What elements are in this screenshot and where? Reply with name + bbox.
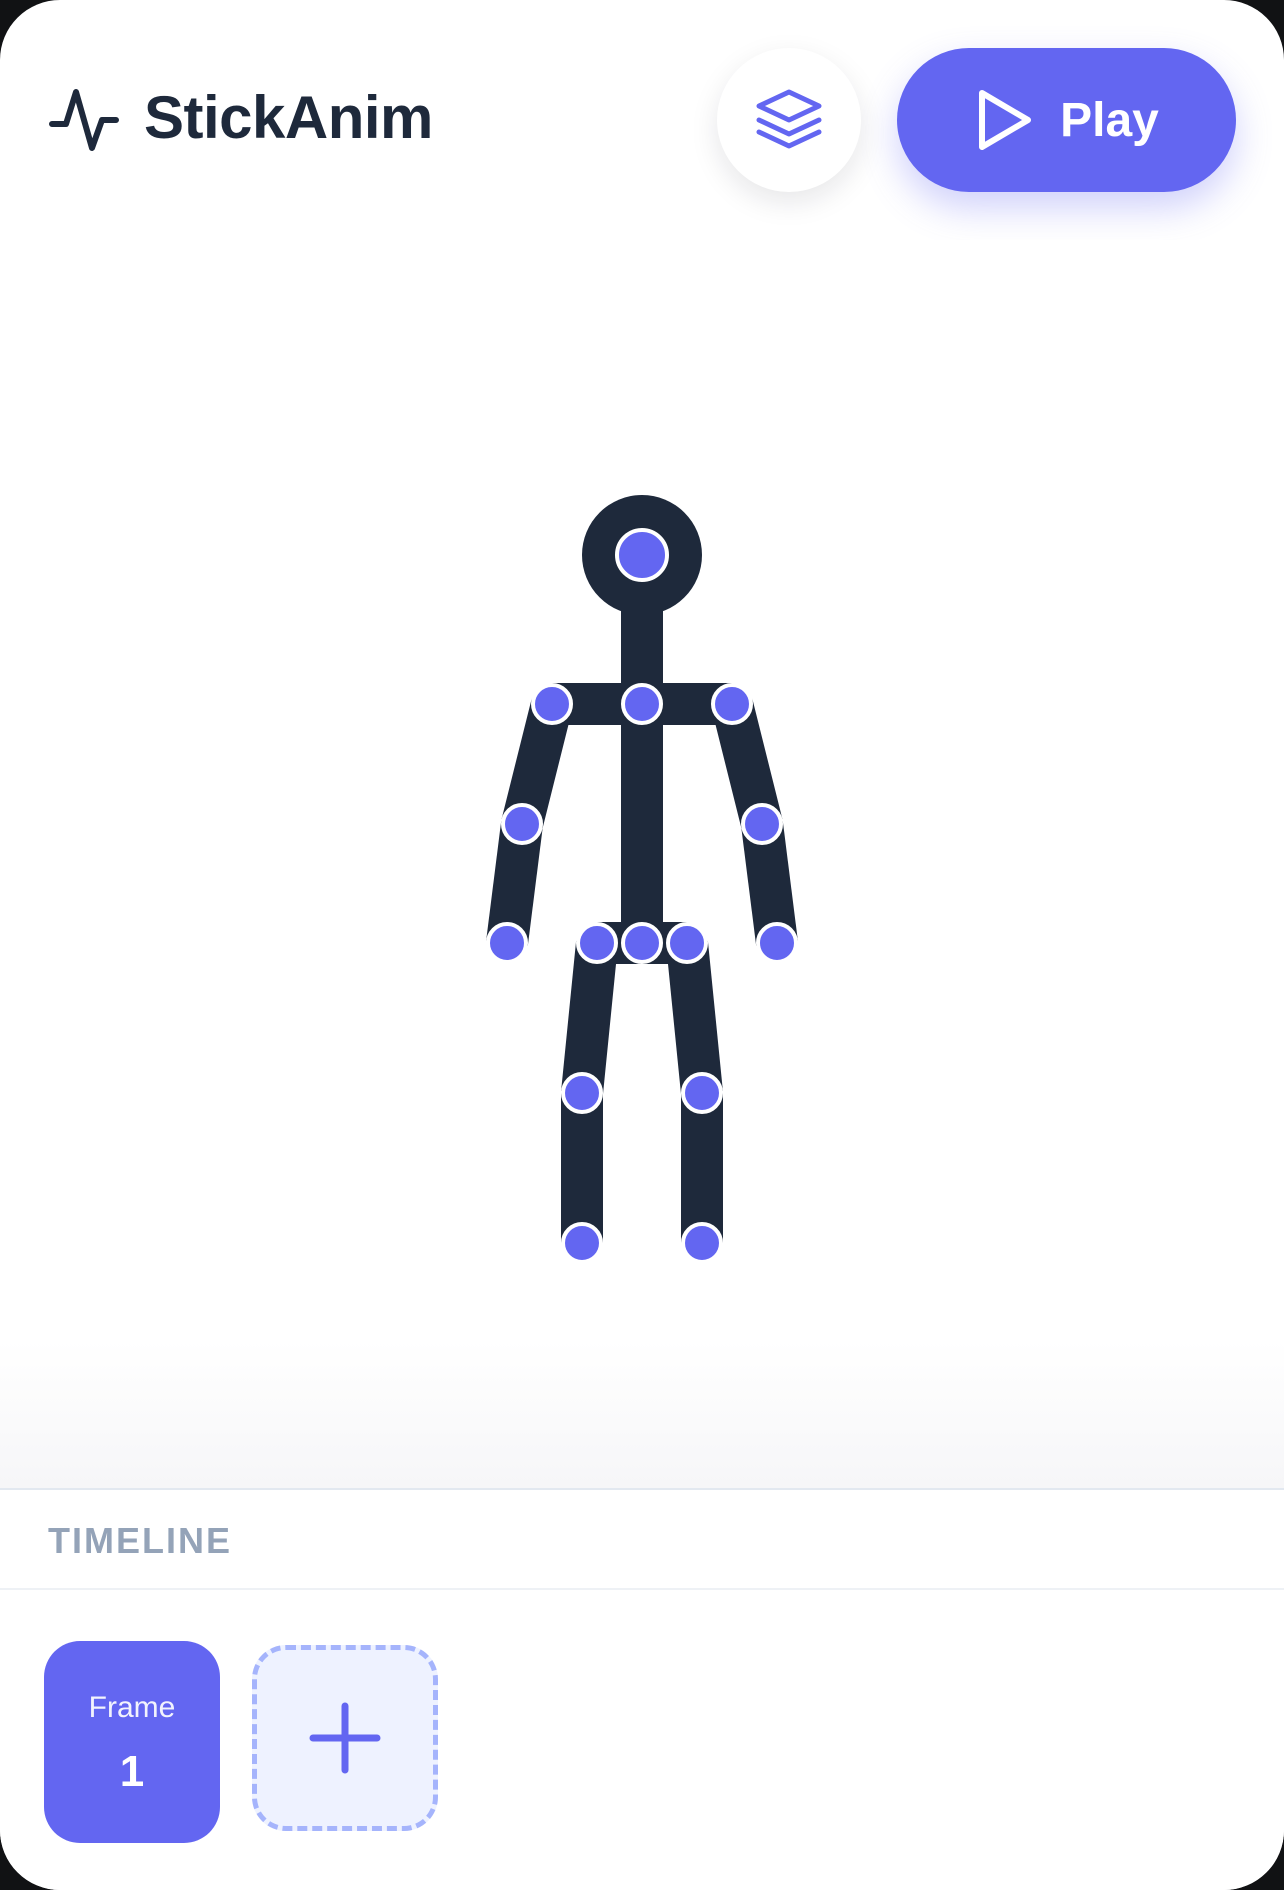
play-icon (979, 90, 1032, 150)
joint-neck[interactable] (621, 683, 663, 725)
timeline-panel: TIMELINE Frame 1 (0, 1488, 1284, 1890)
joint-pelvis[interactable] (621, 922, 663, 964)
right-thigh-limb (666, 940, 723, 1096)
add-frame-button[interactable] (252, 1645, 438, 1831)
joint-right-knee[interactable] (681, 1072, 723, 1114)
timeline-label: TIMELINE (48, 1520, 232, 1561)
joint-right-hand[interactable] (756, 922, 798, 964)
joint-right-hip[interactable] (666, 922, 708, 964)
frame-card[interactable]: Frame 1 (44, 1641, 220, 1843)
left-thigh-limb (561, 940, 618, 1096)
joint-left-elbow[interactable] (501, 803, 543, 845)
joint-left-shoulder[interactable] (531, 683, 573, 725)
joint-right-elbow[interactable] (741, 803, 783, 845)
play-label: Play (1060, 93, 1159, 147)
joint-right-foot[interactable] (681, 1222, 723, 1264)
joint-right-shoulder[interactable] (711, 683, 753, 725)
plus-icon (309, 1702, 381, 1774)
layers-icon (756, 89, 822, 149)
joint-left-knee[interactable] (561, 1072, 603, 1114)
activity-pulse-icon (49, 89, 119, 151)
app-title: StickAnim (144, 84, 433, 151)
joint-head[interactable] (615, 528, 669, 582)
stick-figure (486, 495, 798, 1264)
animation-canvas[interactable] (0, 240, 1284, 1490)
joint-left-foot[interactable] (561, 1222, 603, 1264)
timeline-header: TIMELINE (0, 1490, 1284, 1590)
stick-figure-limbs (486, 495, 798, 1243)
app-header: StickAnim Play (0, 0, 1284, 240)
play-button[interactable]: Play (897, 48, 1236, 192)
frame-number: 1 (119, 1747, 145, 1796)
frame-label: Frame (88, 1691, 176, 1724)
joint-left-hand[interactable] (486, 922, 528, 964)
app-screen: StickAnim Play TIMELINE Frame 1 (0, 0, 1284, 1890)
joint-left-hip[interactable] (576, 922, 618, 964)
layers-button[interactable] (717, 48, 861, 192)
